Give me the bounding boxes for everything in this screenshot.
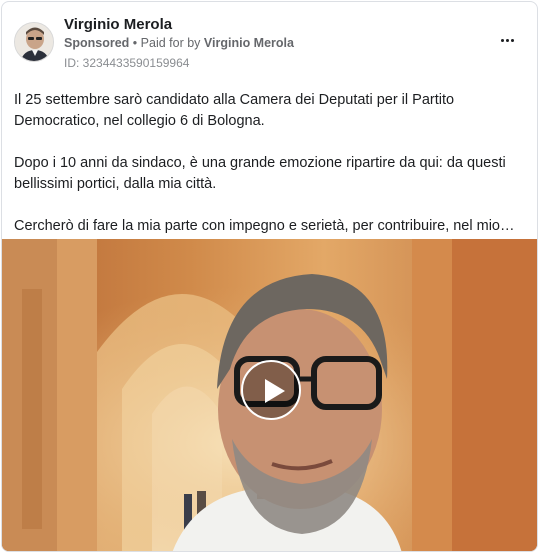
play-icon[interactable] xyxy=(241,360,301,420)
post-header: Virginio Merola Sponsored • Paid for by … xyxy=(2,2,537,82)
sponsored-label: Sponsored xyxy=(64,36,130,50)
paid-for-text: Paid for by xyxy=(140,36,201,50)
avatar[interactable] xyxy=(14,22,54,62)
payer-name[interactable]: Virginio Merola xyxy=(204,36,294,50)
separator: • xyxy=(132,36,138,50)
post-paragraph: Il 25 settembre sarò candidato alla Came… xyxy=(14,92,455,129)
avatar-image xyxy=(15,23,53,61)
ad-card: Virginio Merola Sponsored • Paid for by … xyxy=(1,1,538,552)
video-thumbnail[interactable] xyxy=(2,239,537,551)
post-text: Il 25 settembre sarò candidato alla Came… xyxy=(14,90,529,237)
more-options-icon[interactable] xyxy=(495,30,519,50)
post-paragraph: Dopo i 10 anni da sindaco, è una grande … xyxy=(14,155,506,192)
ad-id: ID: 3234433590159964 xyxy=(64,56,190,70)
sponsored-line: Sponsored • Paid for by Virginio Merola xyxy=(64,36,294,50)
post-paragraph: Cercherò di fare la mia parte con impegn… xyxy=(14,218,515,234)
page-name[interactable]: Virginio Merola xyxy=(64,16,172,33)
